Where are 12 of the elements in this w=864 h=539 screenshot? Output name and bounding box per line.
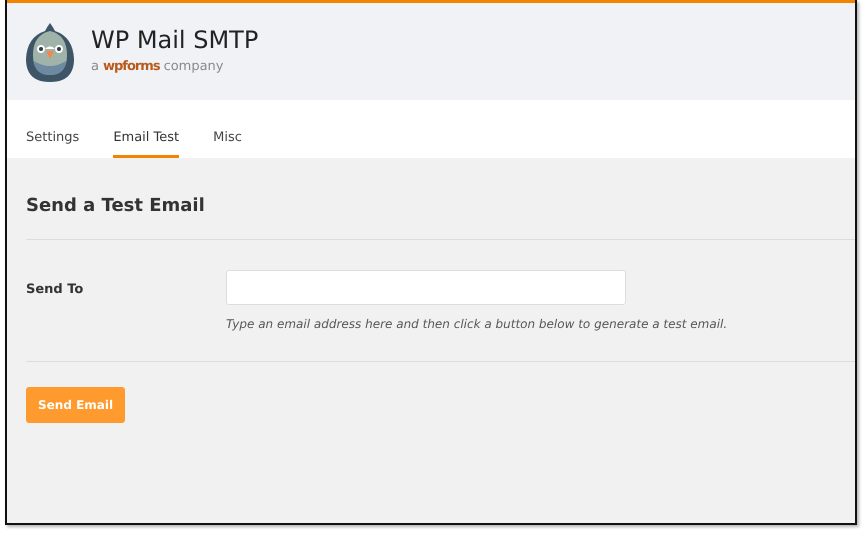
app-title: WP Mail SMTP <box>91 26 258 53</box>
field-label: Send To <box>26 281 84 299</box>
bird-logo-icon <box>25 20 75 82</box>
section-heading: Send a Test Email <box>26 194 206 218</box>
tab[interactable]: Email Test <box>113 100 180 158</box>
help-text: Type an email address here and then click a button below to generate a test email. <box>226 316 728 333</box>
input-field[interactable] <box>226 270 626 305</box>
tab[interactable]: Settings <box>26 100 80 158</box>
tagline-text: a <box>91 58 99 76</box>
brand-logo: wpforms <box>102 58 160 76</box>
tagline-text: company <box>164 58 224 76</box>
tab[interactable]: Misc <box>213 100 242 158</box>
